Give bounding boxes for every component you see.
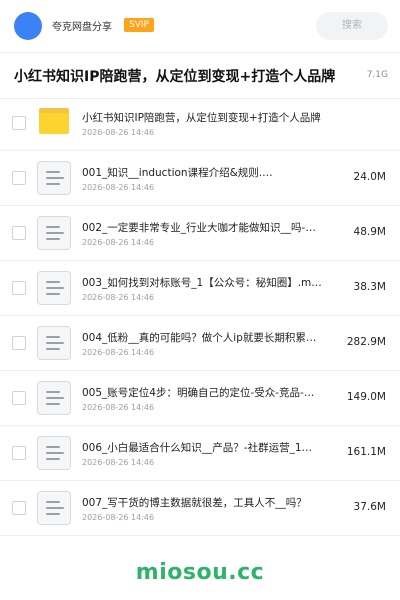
list-item[interactable]: 003_如何找到对标账号_1【公众号：秘知圈】.m… 2026-08-26 14…: [0, 261, 400, 316]
svip-badge: SVIP: [124, 18, 154, 32]
file-date: 2026-08-26 14:46: [82, 293, 155, 302]
file-name: 005_账号定位4步：明确自己的定位-受众-竞品-…: [82, 387, 315, 399]
list-item-folder[interactable]: 小红书知识IP陪跑营，从定位到变现+打造个人品牌 2026-08-26 14:4…: [0, 96, 400, 151]
file-date: 2026-08-26 14:46: [82, 348, 155, 357]
page: 夸克网盘分享 SVIP 搜索 小红书知识IP陪跑营，从定位到变现+打造个人品牌 …: [0, 0, 400, 600]
page-title: 小红书知识IP陪跑营，从定位到变现+打造个人品牌: [14, 69, 336, 85]
file-date: 2026-08-26 14:46: [82, 403, 155, 412]
search-input[interactable]: 搜索: [316, 12, 388, 40]
select-checkbox[interactable]: [12, 116, 26, 130]
file-size: 24.0M: [353, 171, 386, 183]
folder-icon: [39, 108, 69, 134]
list-item[interactable]: 002_一定要非常专业_行业大咖才能做知识__吗-… 2026-08-26 14…: [0, 206, 400, 261]
file-date: 2026-08-26 14:46: [82, 183, 155, 192]
document-icon: [37, 381, 71, 415]
document-icon: [37, 271, 71, 305]
file-size: 37.6M: [353, 501, 386, 513]
document-icon: [37, 216, 71, 250]
document-icon: [37, 491, 71, 525]
list-item[interactable]: 004_低粉__真的可能吗？做个人ip就要长期积累… 2026-08-26 14…: [0, 316, 400, 371]
top-bar: 夸克网盘分享 SVIP 搜索: [0, 0, 400, 53]
select-checkbox[interactable]: [12, 171, 26, 185]
list-item[interactable]: 006_小白最适合什么知识__产品？-社群运营_1… 2026-08-26 14…: [0, 426, 400, 481]
folder-total-size: 7.1G: [366, 70, 388, 80]
select-checkbox[interactable]: [12, 446, 26, 460]
file-name: 小红书知识IP陪跑营，从定位到变现+打造个人品牌: [82, 112, 321, 124]
file-name: 002_一定要非常专业_行业大咖才能做知识__吗-…: [82, 222, 316, 234]
file-name: 003_如何找到对标账号_1【公众号：秘知圈】.m…: [82, 277, 322, 289]
watermark: miosou.cc: [135, 560, 265, 585]
select-checkbox[interactable]: [12, 501, 26, 515]
select-checkbox[interactable]: [12, 281, 26, 295]
list-item[interactable]: 001_知识__induction课程介绍&规则.… 2026-08-26 14…: [0, 151, 400, 206]
file-name: 007_写干货的博主数据就很差，工具人不__吗？: [82, 497, 307, 509]
document-icon: [37, 161, 71, 195]
file-name: 006_小白最适合什么知识__产品？-社群运营_1…: [82, 442, 313, 454]
document-icon: [37, 436, 71, 470]
file-size: 38.3M: [353, 281, 386, 293]
file-size: 161.1M: [346, 446, 386, 458]
file-list: 小红书知识IP陪跑营，从定位到变现+打造个人品牌 2026-08-26 14:4…: [0, 96, 400, 536]
list-item[interactable]: 007_写干货的博主数据就很差，工具人不__吗？ 2026-08-26 14:4…: [0, 481, 400, 536]
file-size: 282.9M: [346, 336, 386, 348]
select-checkbox[interactable]: [12, 226, 26, 240]
select-checkbox[interactable]: [12, 391, 26, 405]
file-name: 001_知识__induction课程介绍&规则.…: [82, 167, 273, 179]
document-icon: [37, 326, 71, 360]
select-checkbox[interactable]: [12, 336, 26, 350]
file-date: 2026-08-26 14:46: [82, 238, 155, 247]
file-date: 2026-08-26 14:46: [82, 128, 155, 137]
list-item[interactable]: 005_账号定位4步：明确自己的定位-受众-竞品-… 2026-08-26 14…: [0, 371, 400, 426]
sharer-name: 夸克网盘分享: [52, 22, 112, 33]
file-name: 004_低粉__真的可能吗？做个人ip就要长期积累…: [82, 332, 317, 344]
file-size: 149.0M: [346, 391, 386, 403]
file-size: 48.9M: [353, 226, 386, 238]
avatar[interactable]: [14, 12, 42, 40]
file-date: 2026-08-26 14:46: [82, 458, 155, 467]
folder-header: 小红书知识IP陪跑营，从定位到变现+打造个人品牌 7.1G: [0, 52, 400, 99]
file-date: 2026-08-26 14:46: [82, 513, 155, 522]
